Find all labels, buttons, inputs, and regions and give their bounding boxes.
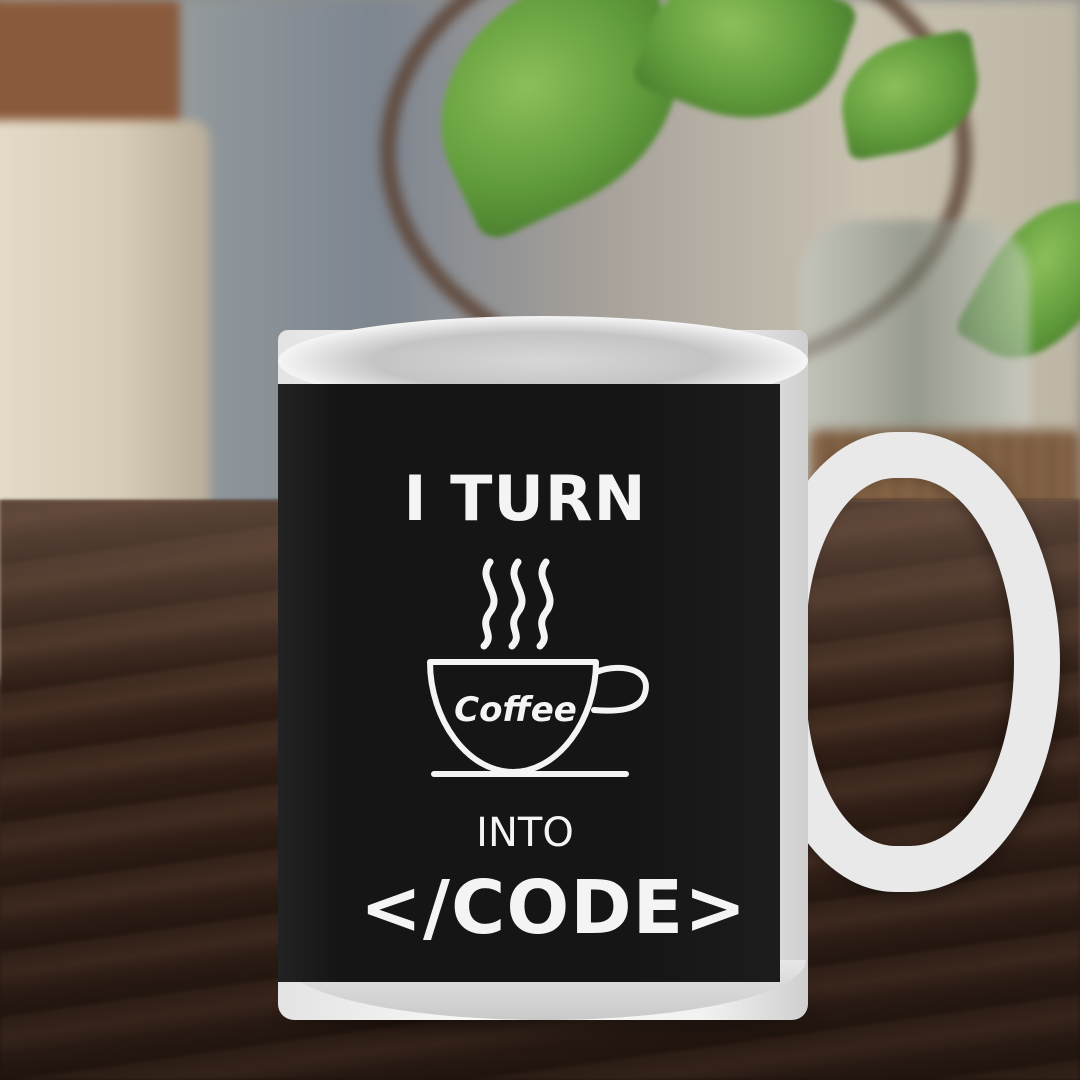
steam-icon <box>480 558 554 650</box>
mug-text-line-1: I TURN <box>403 462 647 535</box>
jar-lid <box>0 0 180 140</box>
mug-text-line-4: </CODE> <box>360 865 748 951</box>
coffee-cup-icon <box>427 558 649 777</box>
product-photo: I TURN Coffee INTO </CODE> <box>0 0 1080 1080</box>
mug-text-line-3: INTO <box>476 810 574 856</box>
coffee-cup-label: Coffee <box>454 690 577 730</box>
